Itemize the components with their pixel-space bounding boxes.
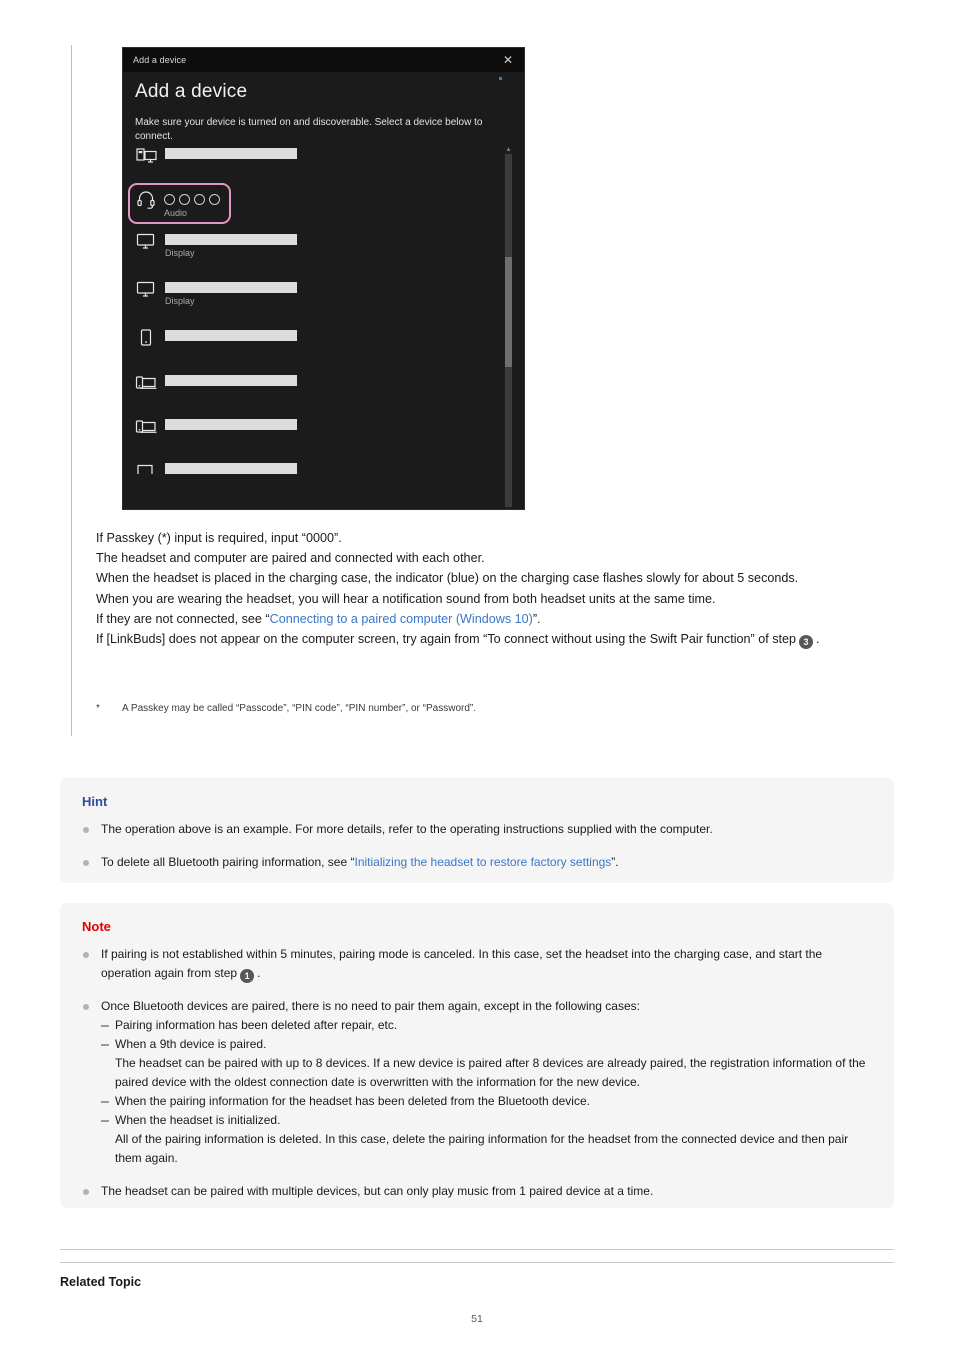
body-line-2: The headset and computer are paired and … [96, 551, 485, 566]
list-item: The operation above is an example. For m… [82, 820, 872, 839]
phone-laptop-icon [135, 416, 159, 438]
footnote-text: A Passkey may be called “Passcode”, “PIN… [122, 703, 477, 714]
note-sublist: Pairing information has been deleted aft… [101, 1016, 872, 1168]
footnote-marker: * [96, 703, 100, 714]
note-item1-suffix: . [257, 966, 261, 980]
redacted-device-name [165, 234, 297, 245]
sub-list-item: Pairing information has been deleted aft… [101, 1016, 872, 1035]
add-a-device-dialog: Add a device ✕ Add a device Make sure yo… [122, 47, 525, 510]
list-item-body [165, 460, 297, 474]
redacted-device-name [165, 419, 297, 430]
list-item-audio-headset[interactable]: Audio [128, 183, 231, 224]
headset-icon [136, 190, 160, 212]
list-item: Once Bluetooth devices are paired, there… [82, 997, 872, 1168]
scroll-up-arrow-icon[interactable]: ▴ [504, 145, 513, 154]
redaction-circle [209, 194, 220, 205]
body-line-5-prefix: If they are not connected, see “ [96, 611, 270, 626]
close-icon[interactable]: ✕ [500, 52, 516, 68]
body-line-1: If Passkey (*) input is required, input … [96, 531, 342, 545]
scrollbar-thumb[interactable] [505, 257, 512, 367]
list-item-body: Display [165, 279, 297, 306]
list-item[interactable] [135, 327, 345, 349]
body-text-block: If Passkey (*) input is required, input … [96, 528, 896, 650]
scroll-down-arrow-icon[interactable]: ▾ [504, 507, 513, 509]
list-item[interactable]: Display [135, 279, 345, 306]
list-item: To delete all Bluetooth pairing informat… [82, 853, 872, 872]
dialog-titlebar-label: Add a device [133, 55, 187, 65]
dialog-heading: Add a device [135, 81, 248, 102]
list-item-body [165, 372, 297, 386]
body-line-5: If they are not connected, see “Connecti… [96, 609, 896, 629]
device-list[interactable]: Audio Display Display [128, 145, 513, 474]
redacted-device-name [165, 330, 297, 341]
hint-item2-prefix: To delete all Bluetooth pairing informat… [101, 855, 355, 869]
note-list: If pairing is not established within 5 m… [82, 945, 872, 1201]
body-line-6-prefix: If [LinkBuds] does not appear on the com… [96, 632, 797, 647]
body-line-6: If [LinkBuds] does not appear on the com… [96, 629, 896, 650]
body-line-5-suffix: ”. [532, 611, 541, 626]
list-item[interactable] [135, 460, 345, 482]
note-panel: Note If pairing is not established withi… [60, 903, 894, 1208]
list-item[interactable]: Display [135, 231, 345, 258]
sub-list-item: When the headset is initialized. [101, 1111, 872, 1130]
step-badge-3: 3 [799, 635, 814, 650]
status-dot [499, 77, 502, 80]
hint-title: Hint [82, 794, 108, 809]
device-list-scrollbar[interactable]: ▴ ▾ [504, 145, 513, 509]
list-item[interactable] [135, 416, 345, 438]
divider-bottom [60, 1262, 894, 1263]
list-item: The headset can be paired with multiple … [82, 1182, 872, 1201]
list-item-body [165, 327, 297, 341]
monitor-icon [135, 279, 159, 301]
redacted-device-name [165, 375, 297, 386]
list-item[interactable] [135, 145, 345, 167]
laptop-icon [135, 460, 159, 482]
related-topic-heading: Related Topic [60, 1275, 142, 1289]
sub-list-item: When a 9th device is paired. [101, 1035, 872, 1054]
sub-list-item: When the pairing information for the hea… [101, 1092, 872, 1111]
device-type-label: Display [165, 248, 195, 258]
note-item1-prefix: If pairing is not established within 5 m… [101, 947, 823, 980]
note-title: Note [82, 919, 111, 934]
phone-laptop-icon [135, 372, 159, 394]
desktop-pc-icon [135, 145, 159, 167]
redaction-circle [194, 194, 205, 205]
page-number: 51 [471, 1313, 483, 1325]
hint-item2-suffix: ”. [611, 855, 619, 869]
list-item-body: Display [165, 231, 297, 258]
redacted-device-name [165, 463, 297, 474]
redacted-device-name [165, 148, 297, 159]
sub-list-item-detail: All of the pairing information is delete… [115, 1132, 849, 1165]
sub-list-item-detail: The headset can be paired with up to 8 d… [115, 1056, 866, 1089]
list-item: If pairing is not established within 5 m… [82, 945, 872, 983]
list-item-body [165, 416, 297, 430]
monitor-icon [135, 231, 159, 253]
list-item-body [165, 145, 297, 159]
link-initializing-headset[interactable]: Initializing the headset to restore fact… [354, 855, 611, 869]
device-type-label: Display [165, 296, 195, 306]
divider-top [60, 1249, 894, 1250]
list-item[interactable] [135, 372, 345, 394]
body-line-4: When you are wearing the headset, you wi… [96, 591, 716, 606]
redacted-device-name-circles [164, 193, 220, 205]
dialog-subtext: Make sure your device is turned on and d… [135, 117, 483, 142]
redacted-device-name [165, 282, 297, 293]
list-item-body: Audio [164, 190, 220, 218]
redaction-circle [179, 194, 190, 205]
hint-list: The operation above is an example. For m… [82, 820, 872, 872]
redaction-circle [164, 194, 175, 205]
body-line-6-suffix: . [816, 632, 820, 647]
step-badge-1: 1 [240, 969, 255, 983]
phone-icon [135, 327, 159, 349]
link-connecting-to-paired-computer[interactable]: Connecting to a paired computer (Windows… [270, 612, 533, 626]
hint-panel: Hint The operation above is an example. … [60, 778, 894, 883]
device-type-label: Audio [164, 208, 188, 218]
dialog-titlebar: Add a device [123, 48, 524, 72]
footnote: * A Passkey may be called “Passcode”, “P… [96, 703, 886, 714]
note-item2-lead: Once Bluetooth devices are paired, there… [101, 999, 640, 1013]
body-line-3: When the headset is placed in the chargi… [96, 571, 799, 586]
step-indent-rule [71, 45, 72, 736]
